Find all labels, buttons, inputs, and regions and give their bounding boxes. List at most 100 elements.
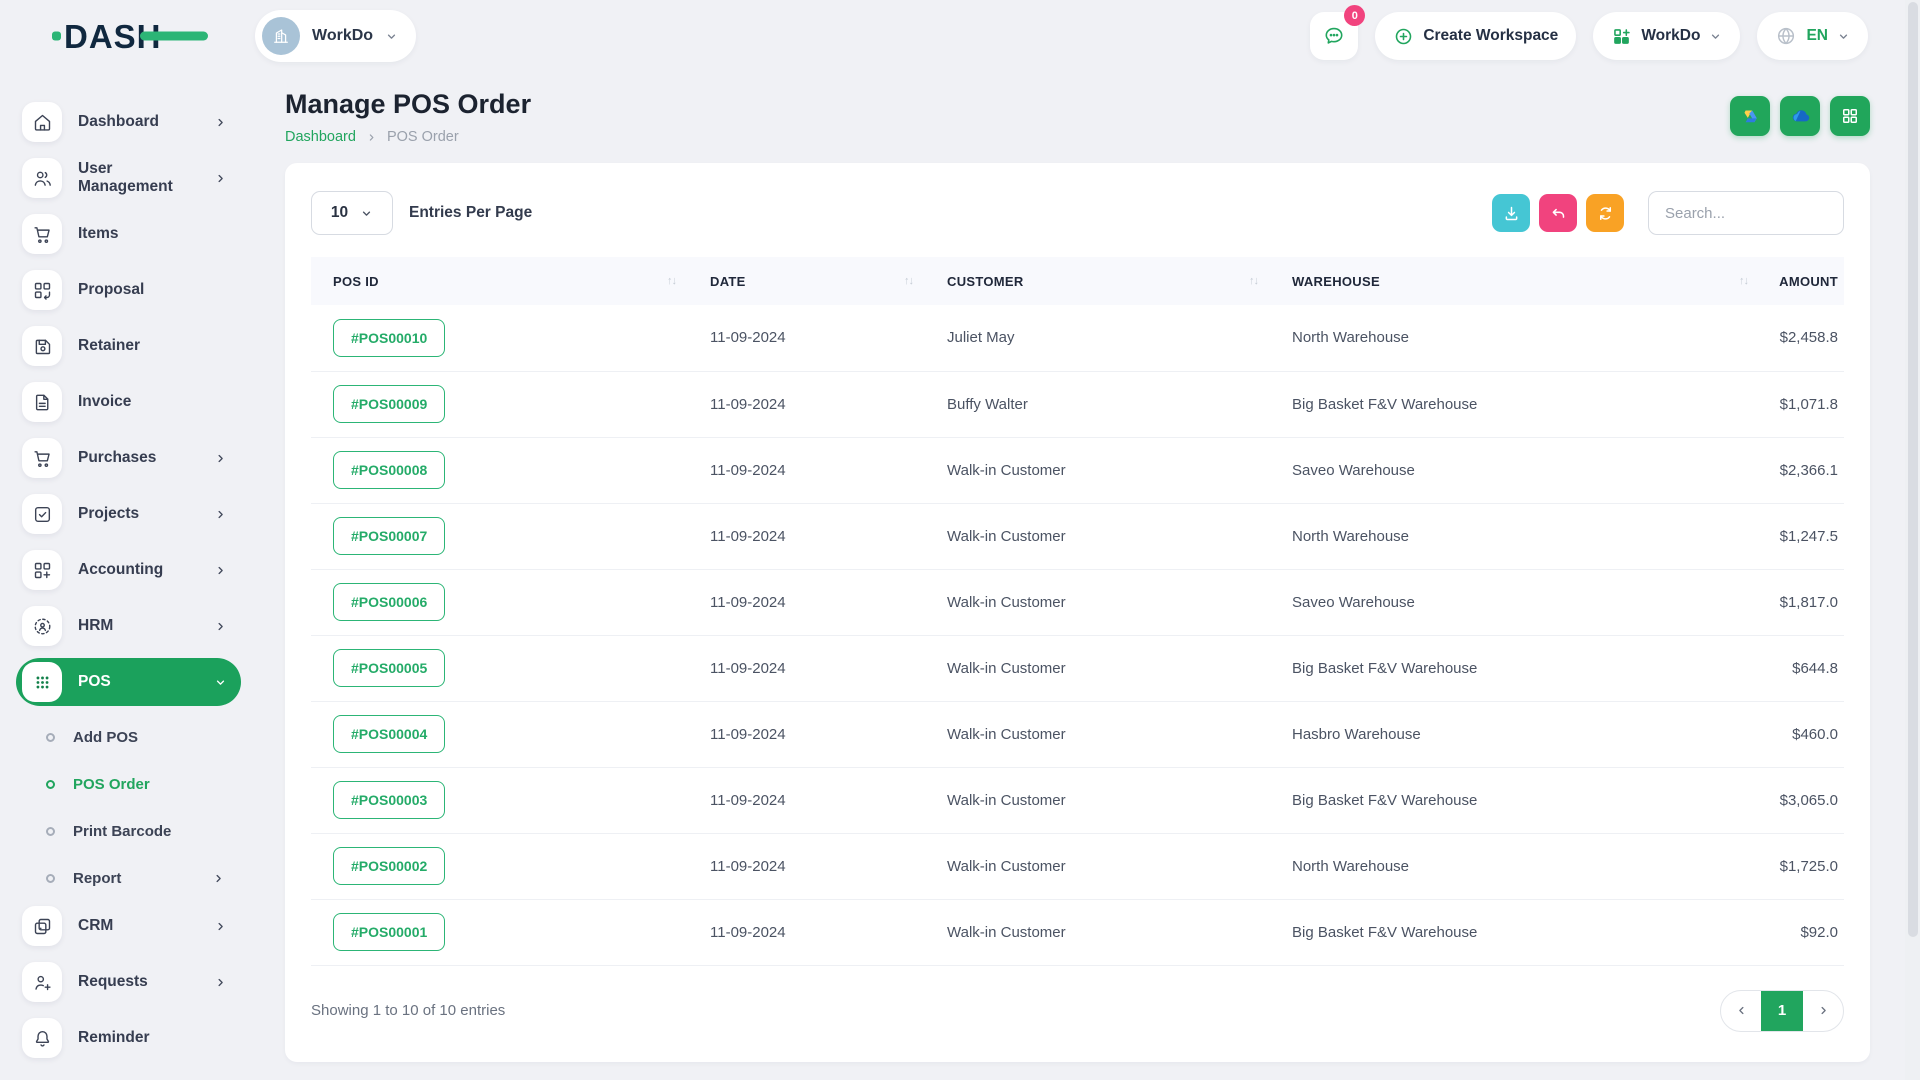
sidebar-item-retainer[interactable]: Retainer bbox=[16, 322, 241, 370]
sort-icon[interactable]: ↑↓ bbox=[1739, 275, 1748, 287]
pos-id-badge[interactable]: #POS00002 bbox=[333, 847, 445, 885]
date-cell: 11-09-2024 bbox=[688, 437, 925, 503]
search-input[interactable] bbox=[1648, 191, 1844, 235]
sidebar-item-projects[interactable]: Projects bbox=[16, 490, 241, 538]
pos-id-badge[interactable]: #POS00010 bbox=[333, 319, 445, 357]
google-drive-button[interactable] bbox=[1730, 96, 1770, 136]
pos-id-badge[interactable]: #POS00006 bbox=[333, 583, 445, 621]
sidebar-item-invoice[interactable]: Invoice bbox=[16, 378, 241, 426]
sidebar-item-label: Reminder bbox=[78, 1029, 231, 1047]
pos-id-cell: #POS00009 bbox=[311, 371, 688, 437]
pos-id-badge[interactable]: #POS00001 bbox=[333, 913, 445, 951]
sidebar-item-proposal[interactable]: Proposal bbox=[16, 266, 241, 314]
sidebar-item-dashboard[interactable]: Dashboard bbox=[16, 98, 241, 146]
breadcrumb: Dashboard POS Order bbox=[285, 129, 531, 145]
current-page-button[interactable]: 1 bbox=[1761, 991, 1803, 1031]
column-label: WAREHOUSE bbox=[1292, 274, 1380, 289]
pos-order-card: 10 Entries Per Page POS ID↑↓DATE↑↓CUSTOM… bbox=[285, 163, 1870, 1062]
pos-id-badge[interactable]: #POS00008 bbox=[333, 451, 445, 489]
onedrive-button[interactable] bbox=[1780, 96, 1820, 136]
sidebar-item-label: Items bbox=[78, 225, 231, 243]
sidebar-item-accounting[interactable]: Accounting bbox=[16, 546, 241, 594]
sidebar-item-pos[interactable]: POS bbox=[16, 658, 241, 706]
undo-button[interactable] bbox=[1539, 194, 1577, 232]
chevron-right-icon bbox=[214, 564, 227, 577]
pos-id-badge[interactable]: #POS00007 bbox=[333, 517, 445, 555]
warehouse-cell: Big Basket F&V Warehouse bbox=[1270, 899, 1760, 965]
page-title: Manage POS Order bbox=[285, 89, 531, 120]
column-label: CUSTOMER bbox=[947, 274, 1024, 289]
create-workspace-button[interactable]: Create Workspace bbox=[1375, 12, 1576, 60]
amount-cell: $92.0 bbox=[1760, 899, 1844, 965]
previous-page-button[interactable] bbox=[1721, 991, 1761, 1031]
customer-cell: Walk-in Customer bbox=[925, 437, 1270, 503]
pos-id-badge[interactable]: #POS00003 bbox=[333, 781, 445, 819]
workspace-selector[interactable]: WorkDo bbox=[255, 10, 416, 62]
customer-cell: Walk-in Customer bbox=[925, 569, 1270, 635]
customer-cell: Walk-in Customer bbox=[925, 701, 1270, 767]
sidebar-item-reminder[interactable]: Reminder bbox=[16, 1014, 241, 1062]
pos-id-badge[interactable]: #POS00009 bbox=[333, 385, 445, 423]
sort-icon[interactable]: ↑↓ bbox=[1249, 275, 1258, 287]
column-header-customer[interactable]: CUSTOMER ↑↓ bbox=[925, 257, 1270, 305]
breadcrumb-dashboard-link[interactable]: Dashboard bbox=[285, 129, 356, 145]
amount-cell: $1,725.0 bbox=[1760, 833, 1844, 899]
sidebar-item-items[interactable]: Items bbox=[16, 210, 241, 258]
sidebar-subitem-pos-order[interactable]: POS Order bbox=[46, 761, 225, 808]
table-row: #POS0000611-09-2024Walk-in CustomerSaveo… bbox=[311, 569, 1844, 635]
sidebar-item-requests[interactable]: Requests bbox=[16, 958, 241, 1006]
home-icon bbox=[22, 102, 62, 142]
amount-cell: $2,458.8 bbox=[1760, 305, 1844, 371]
table-actions bbox=[1492, 191, 1844, 235]
requests-icon bbox=[22, 962, 62, 1002]
chevron-down-icon bbox=[385, 30, 398, 43]
language-dropdown[interactable]: EN bbox=[1757, 12, 1868, 60]
warehouse-cell: North Warehouse bbox=[1270, 503, 1760, 569]
building-icon bbox=[262, 17, 300, 55]
pos-id-badge[interactable]: #POS00004 bbox=[333, 715, 445, 753]
table-header-row: POS ID↑↓DATE↑↓ CUSTOMER ↑↓ WAREHOUSE ↑↓ AMOUN… bbox=[311, 257, 1844, 305]
table-footer: Showing 1 to 10 of 10 entries 1 bbox=[311, 990, 1844, 1032]
column-header-pos-id[interactable]: POS ID↑↓ bbox=[311, 257, 688, 305]
globe-icon bbox=[1775, 25, 1797, 47]
cart-icon bbox=[22, 438, 62, 478]
page-scrollbar[interactable] bbox=[1905, 0, 1920, 1080]
main-content: Manage POS Order Dashboard POS Order 10 bbox=[255, 72, 1920, 1062]
table-row: #POS0000411-09-2024Walk-in CustomerHasbr… bbox=[311, 701, 1844, 767]
sidebar-item-user-management[interactable]: User Management bbox=[16, 154, 241, 202]
warehouse-cell: Big Basket F&V Warehouse bbox=[1270, 635, 1760, 701]
grid-plus-icon bbox=[1611, 26, 1632, 47]
chevron-right-icon bbox=[214, 620, 227, 633]
sort-icon[interactable]: ↑↓ bbox=[667, 275, 676, 287]
date-cell: 11-09-2024 bbox=[688, 833, 925, 899]
scrollbar-thumb[interactable] bbox=[1908, 2, 1918, 937]
chevron-right-icon bbox=[366, 132, 377, 143]
sidebar-subitem-report[interactable]: Report bbox=[46, 855, 225, 902]
date-cell: 11-09-2024 bbox=[688, 767, 925, 833]
crm-icon bbox=[22, 906, 62, 946]
sidebar-subitem-label: Print Barcode bbox=[73, 823, 225, 840]
download-button[interactable] bbox=[1492, 194, 1530, 232]
app-menu-dropdown[interactable]: WorkDo bbox=[1593, 12, 1740, 60]
column-header-warehouse[interactable]: WAREHOUSE ↑↓ bbox=[1270, 257, 1760, 305]
sidebar-item-crm[interactable]: CRM bbox=[16, 902, 241, 950]
sort-icon[interactable]: ↑↓ bbox=[904, 275, 913, 287]
column-header-amount: AMOUNT bbox=[1760, 257, 1844, 305]
column-header-date[interactable]: DATE↑↓ bbox=[688, 257, 925, 305]
sidebar-item-purchases[interactable]: Purchases bbox=[16, 434, 241, 482]
pos-id-badge[interactable]: #POS00005 bbox=[333, 649, 445, 687]
next-page-button[interactable] bbox=[1803, 991, 1843, 1031]
refresh-button[interactable] bbox=[1586, 194, 1624, 232]
sidebar-item-label: Retainer bbox=[78, 337, 231, 355]
grid-button[interactable] bbox=[1830, 96, 1870, 136]
brand-logo[interactable]: DASH bbox=[64, 20, 162, 53]
hrm-icon bbox=[22, 606, 62, 646]
messages-button[interactable]: 0 bbox=[1310, 12, 1358, 60]
sidebar-item-hrm[interactable]: HRM bbox=[16, 602, 241, 650]
accounting-icon bbox=[22, 550, 62, 590]
sidebar: Dashboard User Management Items Proposal Ret… bbox=[0, 72, 255, 1070]
entries-per-page-select[interactable]: 10 bbox=[311, 191, 393, 235]
sidebar-subitem-add-pos[interactable]: Add POS bbox=[46, 714, 225, 761]
sidebar-subitem-print-barcode[interactable]: Print Barcode bbox=[46, 808, 225, 855]
pos-id-cell: #POS00007 bbox=[311, 503, 688, 569]
